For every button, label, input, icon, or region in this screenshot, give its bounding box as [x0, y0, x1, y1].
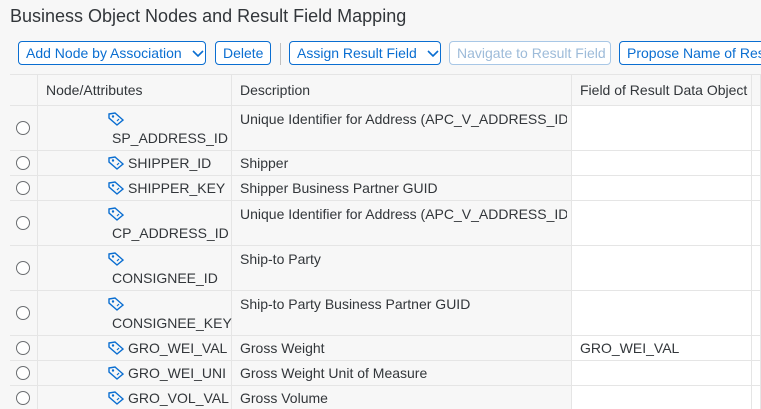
- table-row[interactable]: CONSIGNEE_ID Ship-to Party: [10, 246, 761, 291]
- table-row[interactable]: GRO_VOL_VAL Gross Volume: [10, 386, 761, 409]
- header-select: [10, 75, 38, 105]
- row-description: Ship-to Party Business Partner GUID: [240, 296, 471, 312]
- add-node-label: Add Node by Association: [26, 45, 182, 61]
- result-field-cell[interactable]: [572, 246, 752, 290]
- table-row[interactable]: CP_ADDRESS_ID Unique Identifier for Addr…: [10, 201, 761, 246]
- propose-name-button[interactable]: Propose Name of Res: [619, 41, 761, 65]
- result-field-cell[interactable]: [572, 291, 752, 335]
- navigate-to-result-field-button[interactable]: Navigate to Result Field: [449, 41, 611, 65]
- table-row[interactable]: CONSIGNEE_KEY Ship-to Party Business Par…: [10, 291, 761, 336]
- attribute-tag-icon: [108, 297, 124, 311]
- result-field-value: GRO_WEI_VAL: [580, 340, 680, 356]
- row-description: Ship-to Party: [240, 251, 321, 267]
- page-title: Business Object Nodes and Result Field M…: [10, 6, 407, 26]
- row-description: Unique Identifier for Address (APC_V_ADD…: [240, 111, 567, 127]
- header-description: Description: [232, 75, 572, 105]
- node-attribute-name: GRO_WEI_VAL: [128, 340, 228, 356]
- attribute-tag-icon: [108, 341, 124, 355]
- attribute-tag-icon: [108, 112, 124, 126]
- attribute-tag-icon: [108, 181, 124, 195]
- node-attribute-name: CP_ADDRESS_ID: [112, 225, 229, 241]
- result-field-cell[interactable]: [572, 361, 752, 385]
- mapping-table: Node/Attributes Description Field of Res…: [10, 74, 761, 409]
- row-select-radio[interactable]: [16, 216, 30, 230]
- row-select-radio[interactable]: [16, 341, 30, 355]
- row-select-radio[interactable]: [16, 366, 30, 380]
- node-attribute-name: SHIPPER_ID: [128, 155, 212, 171]
- table-row[interactable]: SHIPPER_KEY Shipper Business Partner GUI…: [10, 176, 761, 201]
- node-attribute-name: SP_ADDRESS_ID: [112, 130, 228, 146]
- row-description: Gross Volume: [240, 390, 328, 406]
- table-row[interactable]: SP_ADDRESS_ID Unique Identifier for Addr…: [10, 106, 761, 151]
- delete-button[interactable]: Delete: [215, 41, 271, 65]
- row-description: Gross Weight Unit of Measure: [240, 365, 428, 381]
- header-node-attributes: Node/Attributes: [38, 75, 232, 105]
- node-attribute-name: CONSIGNEE_ID: [112, 270, 218, 286]
- header-field-of-result: Field of Result Data Object: [572, 75, 752, 105]
- row-select-radio[interactable]: [16, 121, 30, 135]
- attribute-tag-icon: [108, 252, 124, 266]
- attribute-tag-icon: [108, 366, 124, 380]
- result-field-cell[interactable]: [572, 386, 752, 409]
- row-description: Unique Identifier for Address (APC_V_ADD…: [240, 206, 567, 222]
- node-attribute-name: CONSIGNEE_KEY: [112, 315, 232, 331]
- result-field-cell[interactable]: GRO_WEI_VAL: [572, 336, 752, 360]
- attribute-tag-icon: [108, 156, 124, 170]
- table-row[interactable]: GRO_WEI_VAL Gross Weight GRO_WEI_VAL: [10, 336, 761, 361]
- result-field-cell[interactable]: [572, 176, 752, 200]
- assign-result-field-label: Assign Result Field: [297, 45, 417, 61]
- table-row[interactable]: GRO_WEI_UNI Gross Weight Unit of Measure: [10, 361, 761, 386]
- header-extra: [752, 75, 761, 105]
- table-row[interactable]: SHIPPER_ID Shipper: [10, 151, 761, 176]
- attribute-tag-icon: [108, 391, 124, 405]
- row-select-radio[interactable]: [16, 181, 30, 195]
- row-description: Shipper Business Partner GUID: [240, 180, 438, 196]
- row-select-radio[interactable]: [16, 391, 30, 405]
- node-attribute-name: GRO_WEI_UNI: [128, 365, 227, 381]
- row-description: Gross Weight: [240, 340, 325, 356]
- chevron-down-icon: [191, 50, 204, 58]
- result-field-cell[interactable]: [572, 201, 752, 245]
- table-header: Node/Attributes Description Field of Res…: [10, 75, 761, 106]
- assign-result-field-button[interactable]: Assign Result Field: [289, 41, 441, 65]
- attribute-tag-icon: [108, 207, 124, 221]
- node-attribute-name: SHIPPER_KEY: [128, 180, 226, 196]
- row-description: Shipper: [240, 155, 289, 171]
- row-select-radio[interactable]: [16, 261, 30, 275]
- row-select-radio[interactable]: [16, 306, 30, 320]
- chevron-down-icon: [427, 50, 439, 58]
- toolbar: Add Node by Association Delete Assign Re…: [0, 38, 761, 70]
- toolbar-separator: [280, 43, 281, 65]
- row-select-radio[interactable]: [16, 156, 30, 170]
- add-node-by-association-button[interactable]: Add Node by Association: [18, 41, 206, 65]
- result-field-cell[interactable]: [572, 151, 752, 175]
- node-attribute-name: GRO_VOL_VAL: [128, 390, 229, 406]
- result-field-cell[interactable]: [572, 106, 752, 150]
